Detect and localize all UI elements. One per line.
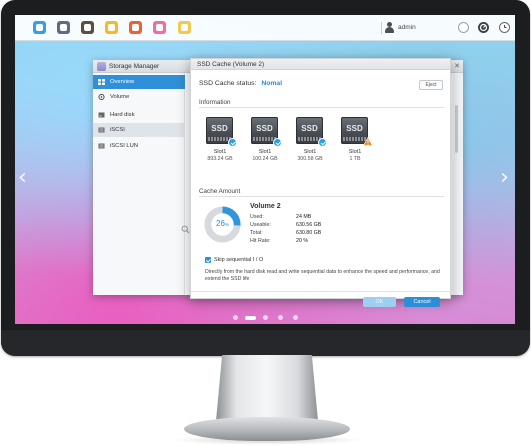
ssd-cache-dialog: SSD Cache (Volume 2) SSD Cache status: N…: [190, 58, 452, 307]
ssd-drive-1[interactable]: SSD Slot1 893.24 GB: [198, 117, 242, 167]
ok-button[interactable]: OK: [363, 297, 396, 307]
monitor-stand-base: [184, 417, 350, 441]
iscsi-icon: [98, 127, 105, 133]
sidebar-item-iscsi-lun[interactable]: iSCSI LUN: [93, 139, 185, 153]
ssd-icon-text: SSD: [211, 124, 228, 133]
username-label[interactable]: admin: [398, 24, 416, 31]
ssd-slot-label: Slot1: [213, 149, 227, 155]
stat-value-total: 630.80 GB: [296, 230, 322, 236]
skip-sequential-checkbox[interactable]: [205, 257, 211, 263]
sidebar-item-label: Volume: [110, 94, 130, 100]
taskbar-separator: [381, 22, 382, 34]
sidebar-item-iscsi[interactable]: iSCSI: [93, 123, 185, 137]
hard-disk-icon: [98, 112, 105, 118]
carousel-dot[interactable]: [233, 315, 238, 320]
storage-manager-app-icon: [97, 62, 106, 71]
close-icon[interactable]: ✕: [454, 62, 460, 71]
eject-button[interactable]: Eject: [419, 80, 443, 90]
carousel-dots: [233, 314, 313, 320]
cache-status-value: Nomal: [261, 80, 283, 87]
clock-icon[interactable]: [499, 22, 510, 33]
control-panel-icon[interactable]: [57, 21, 70, 34]
overview-icon: [98, 79, 105, 85]
ssd-drive-3[interactable]: SSD Slot1 300.58 GB: [288, 117, 332, 167]
ssd-size-label: 1 TB: [349, 156, 361, 162]
scrollbar[interactable]: [455, 105, 458, 153]
previous-arrow-icon[interactable]: ‹: [18, 165, 27, 190]
volume-name: Volume 2: [250, 203, 281, 210]
skip-sequential-description: Directly from the hard disk read and wri…: [205, 269, 440, 282]
ssd-drive-4[interactable]: SSD Slot1 1 TB: [333, 117, 377, 167]
volume-icon: [98, 94, 105, 100]
storage-manager-title: Storage Manager: [109, 63, 160, 70]
ssd-slot-label: Slot1: [348, 149, 362, 155]
sidebar-item-volume[interactable]: Volume: [93, 90, 185, 104]
stat-key-total: Total:: [250, 230, 263, 236]
stat-value-used: 24 MB: [296, 214, 312, 220]
donut-percent-unit: %: [224, 222, 229, 227]
note-station-icon[interactable]: [178, 21, 191, 34]
check-icon: [273, 138, 282, 147]
stat-value-useable: 630.56 GB: [296, 222, 322, 228]
storage-manager-icon[interactable]: [153, 21, 166, 34]
dialog-titlebar[interactable]: SSD Cache (Volume 2): [191, 59, 450, 70]
cache-amount-heading: Cache Amount: [199, 188, 241, 195]
donut-percent-label: 26%: [203, 219, 242, 228]
ssd-slot-label: Slot1: [303, 149, 317, 155]
ssd-size-label: 100.24 GB: [252, 156, 278, 162]
more-options-icon[interactable]: [458, 22, 469, 33]
app-center-icon[interactable]: [129, 21, 142, 34]
qts-app-icon[interactable]: [81, 21, 94, 34]
section-divider: [199, 107, 444, 108]
check-icon: [318, 138, 327, 147]
carousel-dot[interactable]: [263, 315, 268, 320]
stat-key-hit-rate: Hit Rate:: [250, 238, 271, 244]
carousel-dot[interactable]: [293, 315, 298, 320]
warning-icon: [363, 137, 373, 146]
section-divider: [199, 196, 444, 197]
cache-status-label: SSD Cache status:: [199, 80, 257, 87]
skip-sequential-label[interactable]: Skip sequential I / O: [214, 257, 263, 263]
folder-icon[interactable]: [105, 21, 118, 34]
sidebar-item-label: iSCSI LUN: [110, 143, 139, 149]
monitor-chin: [1, 330, 530, 356]
desktop-screen: admin ‹ › Storage Manager ✕ Overview Vol…: [15, 15, 515, 324]
ssd-icon-text: SSD: [256, 124, 273, 133]
monitor-stand-neck: [216, 355, 318, 421]
sidebar-item-hard-disk[interactable]: Hard disk: [93, 108, 185, 122]
user-icon[interactable]: [384, 22, 394, 33]
file-station-icon[interactable]: [33, 21, 46, 34]
ssd-size-label: 300.58 GB: [297, 156, 323, 162]
cancel-button[interactable]: Cancel: [404, 297, 440, 307]
search-icon[interactable]: [181, 225, 190, 234]
ssd-slot-label: Slot1: [258, 149, 272, 155]
information-heading: Information: [199, 99, 231, 106]
dialog-footer-divider: [191, 291, 452, 292]
ssd-icon-text: SSD: [301, 124, 318, 133]
sidebar-item-label: iSCSI: [110, 127, 125, 133]
ssd-icon-text: SSD: [346, 124, 363, 133]
dialog-title: SSD Cache (Volume 2): [197, 61, 265, 68]
dashboard-icon[interactable]: [478, 22, 489, 33]
ssd-drive-2[interactable]: SSD Slot1 100.24 GB: [243, 117, 287, 167]
sidebar-item-label: Overview: [110, 79, 135, 85]
carousel-dot-active[interactable]: [245, 315, 256, 320]
stat-value-hit-rate: 20 %: [296, 238, 309, 244]
taskbar: admin: [15, 15, 515, 41]
cache-status-row: SSD Cache status: Nomal: [199, 80, 282, 87]
donut-percent-value: 26: [216, 219, 225, 228]
storage-manager-sidebar: Overview Volume Hard disk iSCSI iSCSI LU…: [93, 73, 185, 295]
ssd-size-label: 893.24 GB: [207, 156, 233, 162]
carousel-dot[interactable]: [278, 315, 283, 320]
next-arrow-icon[interactable]: ›: [500, 165, 509, 190]
sidebar-item-overview[interactable]: Overview: [93, 75, 185, 89]
sidebar-item-label: Hard disk: [110, 112, 135, 118]
stat-key-useable: Useable:: [250, 222, 271, 228]
check-icon: [228, 138, 237, 147]
iscsi-lun-icon: [98, 143, 105, 149]
stat-key-used: Used:: [250, 214, 264, 220]
